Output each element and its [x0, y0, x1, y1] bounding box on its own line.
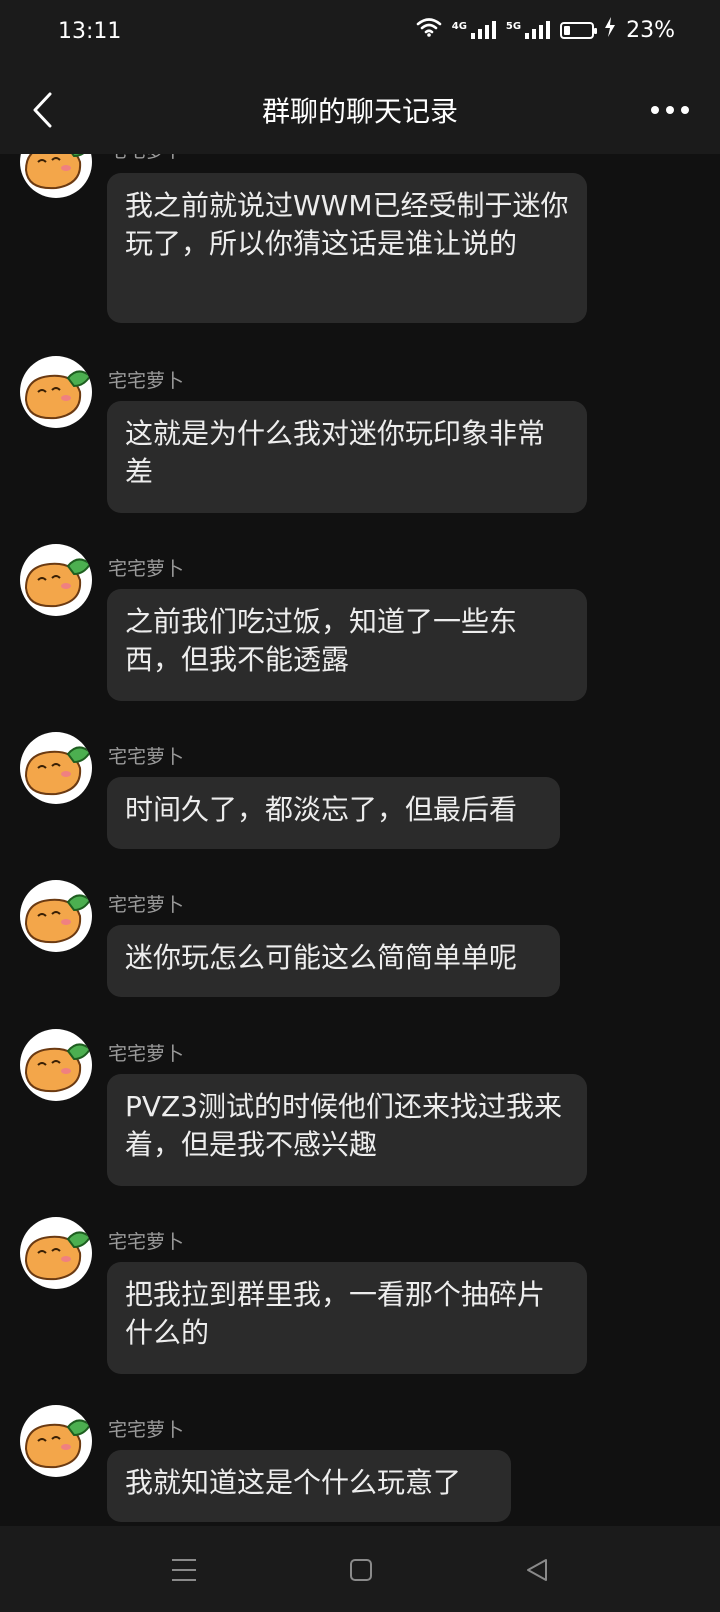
sender-name: 宅宅萝卜: [108, 894, 185, 916]
chat-message-list[interactable]: 宅宅萝卜 我之前就说过WWM已经受制于迷你玩了，所以你猜这话是谁让说的 宅宅萝卜…: [0, 154, 720, 1526]
network-type-1: 4G: [451, 21, 467, 32]
battery-icon: [560, 21, 598, 39]
charging-icon: [604, 17, 616, 43]
message-bubble[interactable]: 迷你玩怎么可能这么简简单单呢: [107, 925, 560, 997]
sender-name: 宅宅萝卜: [108, 558, 185, 580]
cellular-signal-icon-2: 5G: [505, 21, 551, 39]
avatar[interactable]: [20, 1217, 92, 1289]
message-bubble[interactable]: 这就是为什么我对迷你玩印象非常差: [107, 401, 587, 513]
triangle-back-icon: [527, 1559, 547, 1581]
page-title: 群聊的聊天记录: [261, 95, 458, 128]
wifi-icon: [416, 17, 442, 43]
menu-button[interactable]: [162, 1548, 206, 1592]
system-navigation-bar: [0, 1526, 720, 1612]
sender-name: 宅宅萝卜: [108, 154, 184, 163]
network-type-2: 5G: [505, 21, 522, 32]
sender-name: 宅宅萝卜: [108, 1231, 185, 1253]
sender-name: 宅宅萝卜: [108, 1043, 185, 1065]
more-options-button[interactable]: [642, 86, 698, 134]
avatar[interactable]: [20, 880, 92, 952]
dot-icon: [651, 106, 659, 114]
message-bubble[interactable]: 之前我们吃过饭，知道了一些东西，但我不能透露: [107, 589, 587, 701]
avatar[interactable]: [20, 154, 92, 198]
avatar[interactable]: [20, 732, 92, 804]
avatar[interactable]: [20, 1405, 92, 1477]
square-icon: [350, 1559, 372, 1581]
message-bubble[interactable]: 时间久了，都淡忘了，但最后看: [107, 777, 560, 849]
status-bar: 13:11 4G 5G 23%: [0, 0, 720, 66]
menu-icon: [172, 1559, 196, 1581]
avatar[interactable]: [20, 1029, 92, 1101]
message-bubble[interactable]: PVZ3测试的时候他们还来找过我来着，但是我不感兴趣: [107, 1074, 587, 1186]
avatar[interactable]: [20, 356, 92, 428]
cellular-signal-icon: 4G: [452, 21, 496, 39]
nav-bar: 群聊的聊天记录: [0, 66, 720, 154]
sender-name: 宅宅萝卜: [108, 746, 185, 768]
avatar[interactable]: [20, 544, 92, 616]
sender-name: 宅宅萝卜: [108, 1419, 185, 1441]
dot-icon: [666, 106, 674, 114]
status-icons: 4G 5G 23%: [416, 17, 675, 43]
message-bubble[interactable]: 把我拉到群里我，一看那个抽碎片什么的: [107, 1262, 587, 1374]
sender-name: 宅宅萝卜: [108, 370, 185, 392]
back-nav-button[interactable]: [515, 1548, 559, 1592]
dot-icon: [681, 106, 689, 114]
status-time: 13:11: [58, 19, 122, 44]
battery-percent: 23%: [626, 17, 675, 43]
home-button[interactable]: [339, 1548, 383, 1592]
message-bubble[interactable]: 我之前就说过WWM已经受制于迷你玩了，所以你猜这话是谁让说的: [107, 173, 587, 323]
message-bubble[interactable]: 我就知道这是个什么玩意了: [107, 1450, 511, 1522]
